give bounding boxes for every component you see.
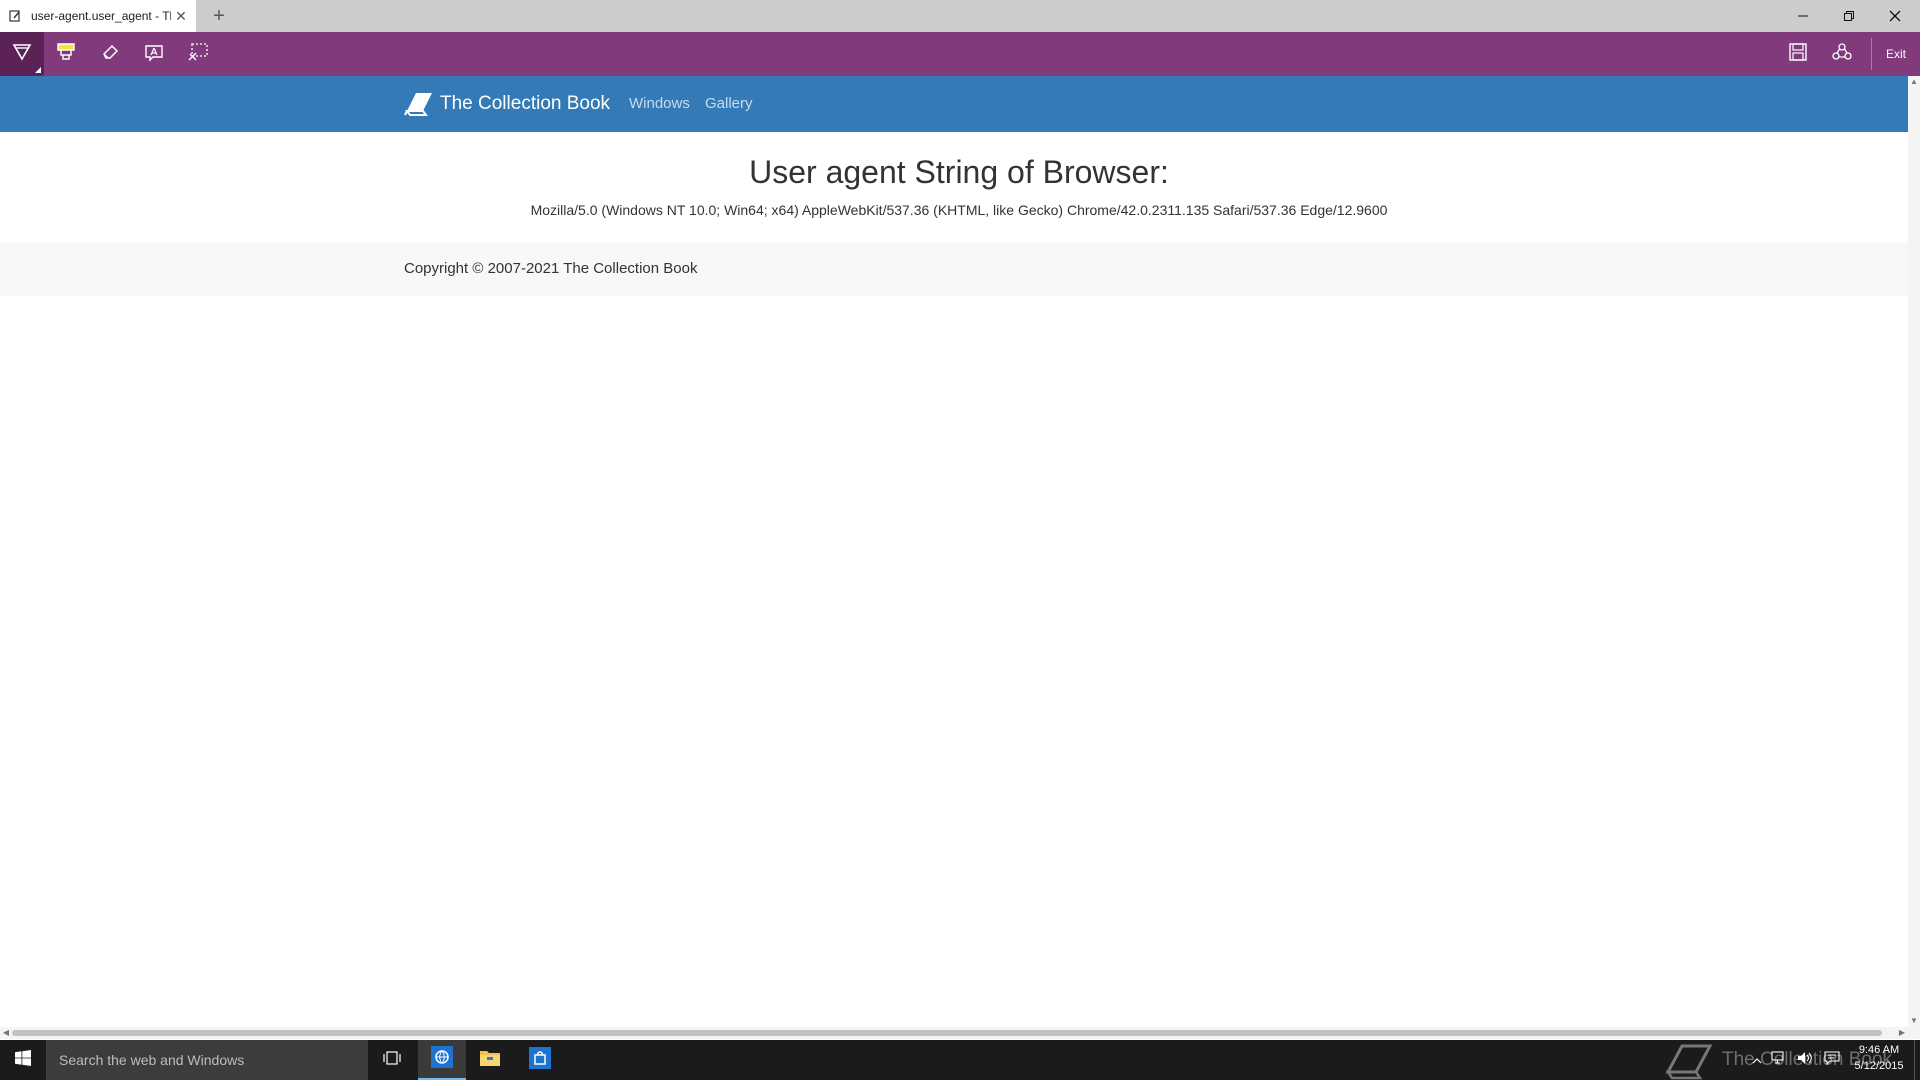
exit-button[interactable]: Exit: [1876, 32, 1916, 76]
copyright-text: Copyright © 2007-2021 The Collection Boo…: [404, 260, 698, 277]
watermark-book-icon: [1664, 1040, 1714, 1080]
site-footer: Copyright © 2007-2021 The Collection Boo…: [0, 242, 1908, 296]
typed-note-icon: [144, 42, 164, 67]
clock-time: 9:46 AM: [1858, 1044, 1900, 1056]
search-placeholder: Search the web and Windows: [59, 1052, 245, 1068]
new-tab-button[interactable]: +: [206, 3, 232, 29]
pen-icon: [12, 42, 32, 67]
scroll-down-arrow-icon[interactable]: ▼: [1908, 1015, 1920, 1027]
taskbar: Search the web and Windows The Collectio…: [0, 1040, 1920, 1080]
taskbar-file-explorer-button[interactable]: [466, 1040, 514, 1080]
eraser-tool-button[interactable]: [88, 32, 132, 76]
action-center-button[interactable]: [1820, 1040, 1844, 1080]
file-explorer-icon: [479, 1048, 501, 1073]
windows-logo-icon: [15, 1049, 31, 1071]
taskbar-store-button[interactable]: [516, 1040, 564, 1080]
eraser-icon: [100, 42, 120, 67]
browser-tab[interactable]: user-agent.user_agent - Th ✕: [0, 0, 196, 32]
show-hidden-icons-button[interactable]: [1750, 1040, 1764, 1080]
web-note-toolbar: Exit: [0, 32, 1920, 76]
highlighter-icon: [56, 42, 76, 67]
vertical-scrollbar[interactable]: ▲ ▼: [1908, 76, 1920, 1027]
clock-date: 5/12/2015: [1854, 1060, 1904, 1072]
site-navbar: The Collection Book Windows Gallery: [0, 76, 1908, 132]
volume-button[interactable]: [1794, 1040, 1816, 1080]
page-heading: User agent String of Browser:: [749, 154, 1169, 190]
store-icon: [529, 1046, 551, 1074]
close-button[interactable]: [1872, 0, 1918, 32]
typed-note-button[interactable]: [132, 32, 176, 76]
dropdown-corner-icon: [35, 67, 41, 73]
scroll-left-arrow-icon[interactable]: ◀: [0, 1027, 12, 1039]
tab-title: user-agent.user_agent - Th: [31, 9, 171, 23]
minimize-button[interactable]: [1780, 0, 1826, 32]
toolbar-divider: [1871, 38, 1872, 70]
action-center-icon: [1824, 1050, 1840, 1070]
restore-button[interactable]: [1826, 0, 1872, 32]
highlighter-tool-button[interactable]: [44, 32, 88, 76]
save-icon: [1789, 42, 1807, 66]
edge-browser-icon: [431, 1045, 453, 1073]
scrollbar-corner: [1908, 1027, 1920, 1039]
horizontal-scroll-thumb[interactable]: [12, 1030, 1882, 1036]
clip-tool-button[interactable]: [176, 32, 220, 76]
network-icon: [1771, 1050, 1787, 1070]
clip-icon: [187, 42, 209, 67]
share-note-button[interactable]: [1822, 32, 1862, 76]
tab-close-button[interactable]: ✕: [171, 8, 191, 25]
task-view-icon: [383, 1050, 401, 1070]
scroll-right-arrow-icon[interactable]: ▶: [1896, 1027, 1908, 1039]
web-note-icon: [9, 9, 23, 23]
book-icon: [404, 91, 434, 117]
share-icon: [1832, 42, 1852, 66]
taskbar-edge-button[interactable]: [418, 1040, 466, 1080]
horizontal-scrollbar[interactable]: ◀ ▶: [0, 1027, 1908, 1039]
network-button[interactable]: [1768, 1040, 1790, 1080]
taskbar-search-box[interactable]: Search the web and Windows: [46, 1040, 368, 1080]
user-agent-string: Mozilla/5.0 (Windows NT 10.0; Win64; x64…: [530, 202, 1388, 218]
save-note-button[interactable]: [1778, 32, 1818, 76]
web-page: The Collection Book Windows Gallery User…: [0, 76, 1908, 1027]
nav-link-windows[interactable]: Windows: [629, 76, 690, 132]
nav-link-gallery[interactable]: Gallery: [705, 76, 753, 132]
pen-tool-button[interactable]: [0, 32, 44, 76]
site-brand-link[interactable]: The Collection Book: [404, 76, 610, 132]
start-button[interactable]: [0, 1040, 46, 1080]
task-view-button[interactable]: [368, 1040, 416, 1080]
show-desktop-button[interactable]: [1914, 1040, 1920, 1080]
site-brand-text: The Collection Book: [440, 93, 611, 114]
title-bar: user-agent.user_agent - Th ✕ +: [0, 0, 1920, 32]
taskbar-clock[interactable]: 9:46 AM 5/12/2015: [1848, 1042, 1910, 1074]
volume-icon: [1797, 1051, 1813, 1070]
scroll-up-arrow-icon[interactable]: ▲: [1908, 76, 1920, 88]
chevron-up-icon: [1752, 1051, 1762, 1069]
